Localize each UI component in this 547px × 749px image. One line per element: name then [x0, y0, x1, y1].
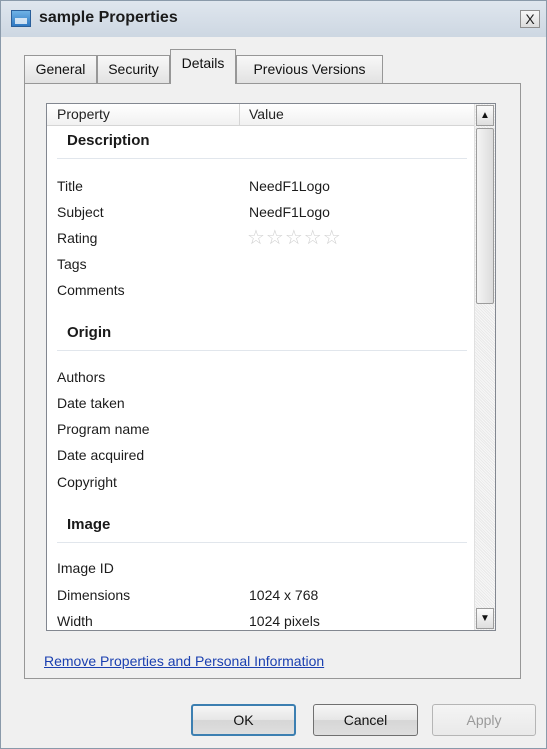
cancel-button[interactable]: Cancel [313, 704, 418, 736]
tab-previous-versions[interactable]: Previous Versions [236, 55, 383, 83]
title-bar[interactable]: sample Properties X [1, 1, 546, 37]
property-comments[interactable]: Comments [57, 282, 125, 298]
value-dimensions[interactable]: 1024 x 768 [249, 587, 318, 603]
group-divider [57, 350, 467, 351]
value-title[interactable]: NeedF1Logo [249, 178, 330, 194]
property-copyright[interactable]: Copyright [57, 474, 117, 490]
details-tab-page: Property Value Description Title NeedF1L… [24, 83, 521, 679]
property-date-taken[interactable]: Date taken [57, 395, 125, 411]
apply-button[interactable]: Apply [432, 704, 536, 736]
scroll-down-arrow-icon[interactable]: ▼ [476, 608, 494, 629]
group-title-origin: Origin [67, 324, 112, 341]
image-file-icon [11, 10, 31, 27]
window-title: sample Properties [39, 9, 178, 26]
property-rating[interactable]: Rating [57, 230, 97, 246]
list-rows: Description Title NeedF1Logo Subject Nee… [47, 126, 475, 630]
property-image-id[interactable]: Image ID [57, 560, 114, 576]
property-subject[interactable]: Subject [57, 204, 104, 220]
properties-window: sample Properties X General Security Det… [0, 0, 547, 749]
property-dimensions[interactable]: Dimensions [57, 587, 130, 603]
property-title[interactable]: Title [57, 178, 83, 194]
value-subject[interactable]: NeedF1Logo [249, 204, 330, 220]
remove-properties-link[interactable]: Remove Properties and Personal Informati… [44, 653, 324, 669]
group-title-description: Description [67, 132, 150, 149]
column-header-value[interactable]: Value [249, 106, 284, 122]
column-header-property[interactable]: Property [57, 106, 110, 122]
vertical-scrollbar[interactable]: ▲ ▼ [474, 104, 495, 630]
property-tags[interactable]: Tags [57, 256, 87, 272]
list-header: Property Value [47, 104, 475, 126]
tab-security[interactable]: Security [97, 55, 170, 83]
group-divider [57, 158, 467, 159]
ok-button[interactable]: OK [191, 704, 296, 736]
property-authors[interactable]: Authors [57, 369, 105, 385]
property-width[interactable]: Width [57, 613, 93, 629]
property-date-acquired[interactable]: Date acquired [57, 447, 144, 463]
scroll-up-arrow-icon[interactable]: ▲ [476, 105, 494, 126]
group-divider [57, 542, 467, 543]
group-title-image: Image [67, 516, 111, 533]
close-button[interactable]: X [520, 10, 540, 28]
tab-details[interactable]: Details [170, 49, 236, 84]
column-divider[interactable] [239, 104, 240, 126]
property-program-name[interactable]: Program name [57, 421, 150, 437]
property-list[interactable]: Property Value Description Title NeedF1L… [46, 103, 496, 631]
tab-general[interactable]: General [24, 55, 97, 83]
value-width[interactable]: 1024 pixels [249, 613, 320, 629]
rating-stars-icon[interactable]: ☆☆☆☆☆ [247, 228, 342, 248]
scroll-thumb[interactable] [476, 128, 494, 304]
